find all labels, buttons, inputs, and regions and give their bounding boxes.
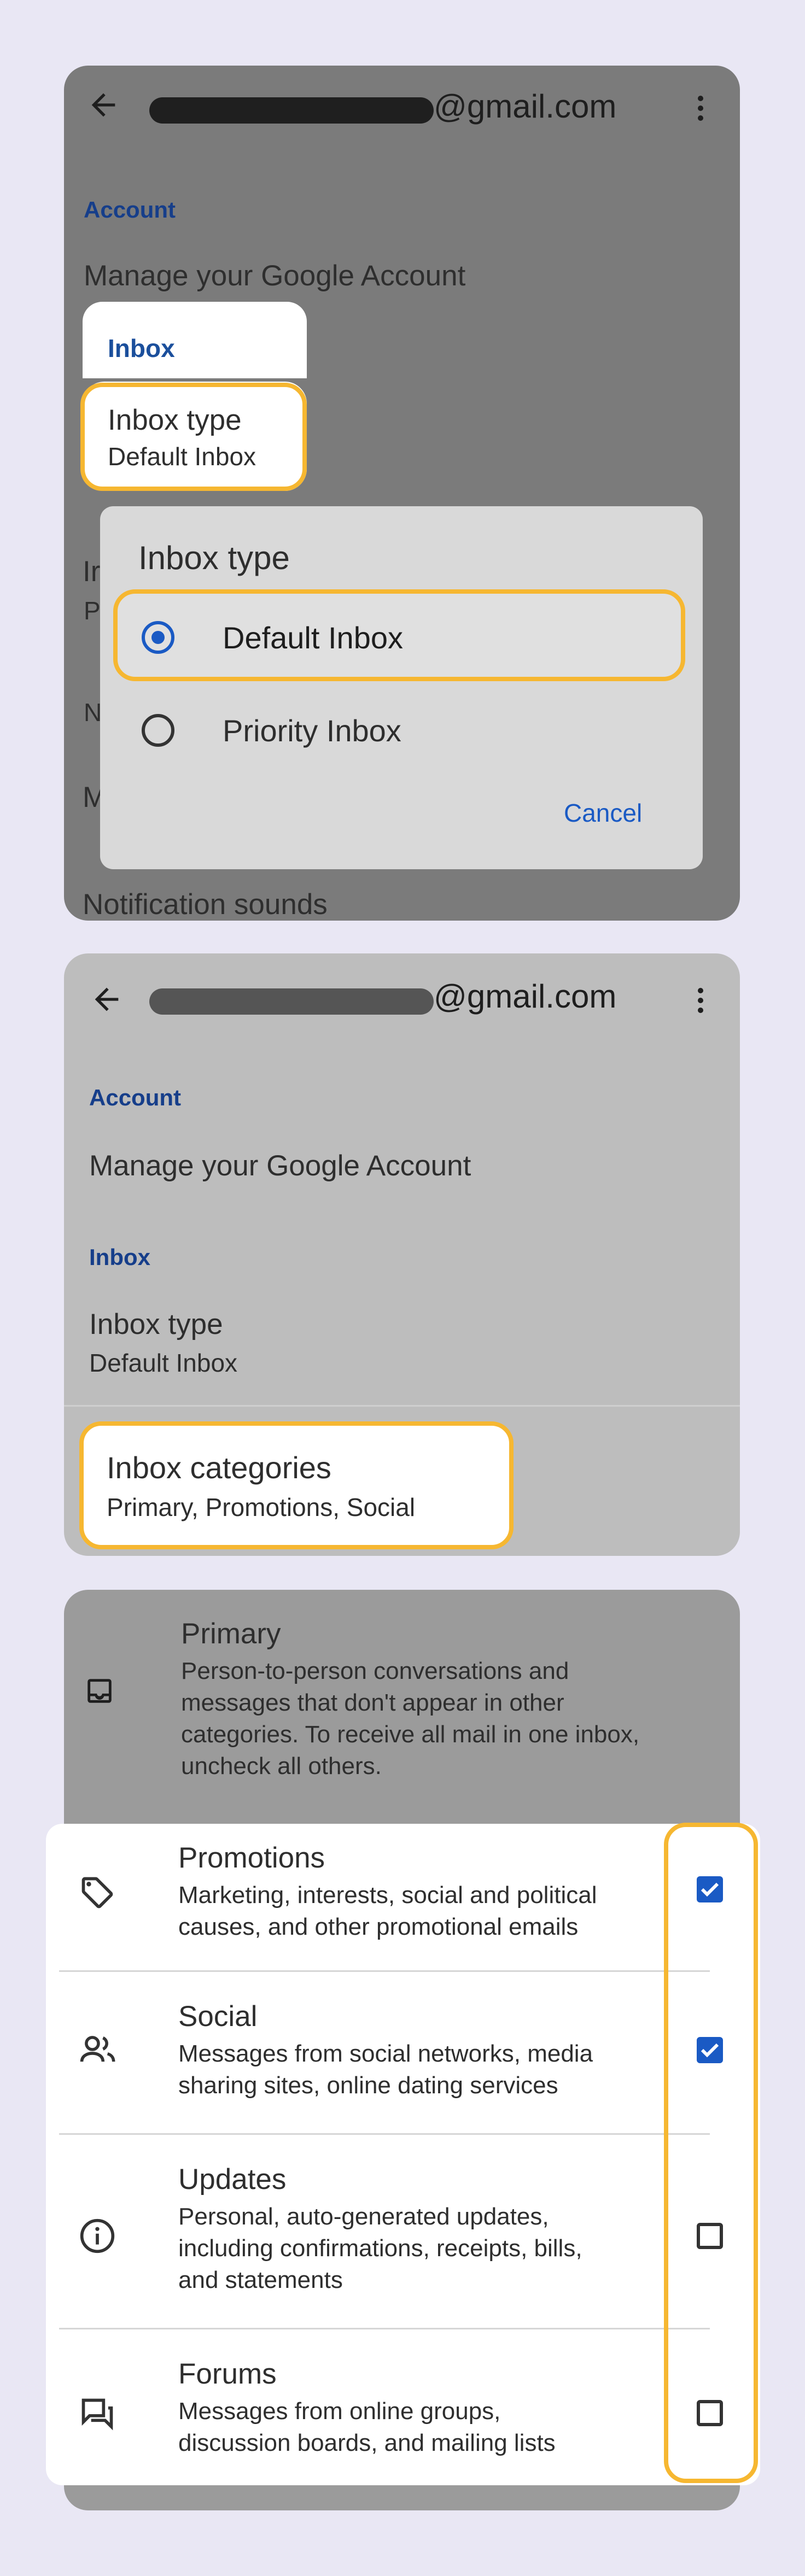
dialog-title: Inbox type xyxy=(138,540,290,576)
category-description: Messages from social networks, media sha… xyxy=(178,2040,593,2099)
back-arrow-icon[interactable] xyxy=(89,982,124,1017)
account-section-header: Account xyxy=(89,1085,181,1110)
category-description: Person-to-person conversations and messa… xyxy=(181,1658,640,1779)
bg-item-fragment: P xyxy=(84,596,101,625)
category-row-updates[interactable]: Updates Personal, auto-generated updates… xyxy=(46,2134,760,2328)
default-inbox-highlight xyxy=(113,589,685,681)
account-section-header: Account xyxy=(84,197,176,223)
settings-panel-inbox-type-dialog: @gmail.com Account Manage your Google Ac… xyxy=(64,66,740,921)
option-label: Priority Inbox xyxy=(223,713,401,748)
category-title: Primary xyxy=(181,1618,281,1650)
inbox-header-card: Inbox xyxy=(83,302,307,378)
inbox-categories-highlight xyxy=(79,1421,514,1549)
divider xyxy=(64,1405,740,1407)
manage-account-item[interactable]: Manage your Google Account xyxy=(89,1149,471,1182)
category-row-primary: Primary Person-to-person conversations a… xyxy=(64,1590,740,1819)
category-description: Personal, auto-generated updates, includ… xyxy=(178,2203,582,2293)
redacted-email-bar xyxy=(149,97,434,124)
redacted-email-bar xyxy=(149,988,434,1015)
back-arrow-icon[interactable] xyxy=(86,87,121,122)
inbox-section-header: Inbox xyxy=(89,1244,150,1270)
option-priority-inbox[interactable]: Priority Inbox xyxy=(115,692,684,763)
category-title: Forums xyxy=(178,2358,277,2390)
inbox-type-highlight xyxy=(80,383,307,491)
settings-panel-inbox-categories: @gmail.com Account Manage your Google Ac… xyxy=(64,953,740,1556)
category-description: Marketing, interests, social and politic… xyxy=(178,1882,597,1940)
radio-unselected-icon xyxy=(142,714,174,747)
bg-item-fragment: Ir xyxy=(83,555,101,588)
inbox-type-title[interactable]: Inbox type xyxy=(89,1308,223,1341)
category-title: Social xyxy=(178,2000,258,2033)
category-row-forums[interactable]: Forums Messages from online groups, disc… xyxy=(46,2329,760,2485)
info-icon xyxy=(79,2217,116,2255)
category-list-card: Promotions Marketing, interests, social … xyxy=(46,1824,760,2485)
people-icon xyxy=(79,2033,118,2066)
category-row-promotions[interactable]: Promotions Marketing, interests, social … xyxy=(46,1824,760,1970)
bg-item-fragment: N xyxy=(84,698,102,727)
notification-sounds-item[interactable]: Notification sounds xyxy=(83,888,328,921)
category-title: Promotions xyxy=(178,1842,325,1874)
cancel-button[interactable]: Cancel xyxy=(564,798,642,828)
category-row-social[interactable]: Social Messages from social networks, me… xyxy=(46,1971,760,2133)
email-suffix: @gmail.com xyxy=(434,978,617,1015)
category-title: Updates xyxy=(178,2163,287,2196)
inbox-section-header: Inbox xyxy=(108,334,175,362)
inbox-type-dialog: Inbox type Default Inbox Priority Inbox … xyxy=(100,506,703,869)
category-description: Messages from online groups, discussion … xyxy=(178,2398,556,2456)
more-options-icon[interactable] xyxy=(694,984,707,1017)
forum-icon xyxy=(79,2396,116,2433)
tag-icon xyxy=(79,1874,116,1911)
more-options-icon[interactable] xyxy=(694,92,707,125)
manage-account-item[interactable]: Manage your Google Account xyxy=(84,259,465,292)
checkbox-column-highlight xyxy=(664,1823,758,2483)
email-suffix: @gmail.com xyxy=(434,88,617,125)
inbox-type-value: Default Inbox xyxy=(89,1349,238,1377)
inbox-tray-icon xyxy=(84,1675,115,1707)
